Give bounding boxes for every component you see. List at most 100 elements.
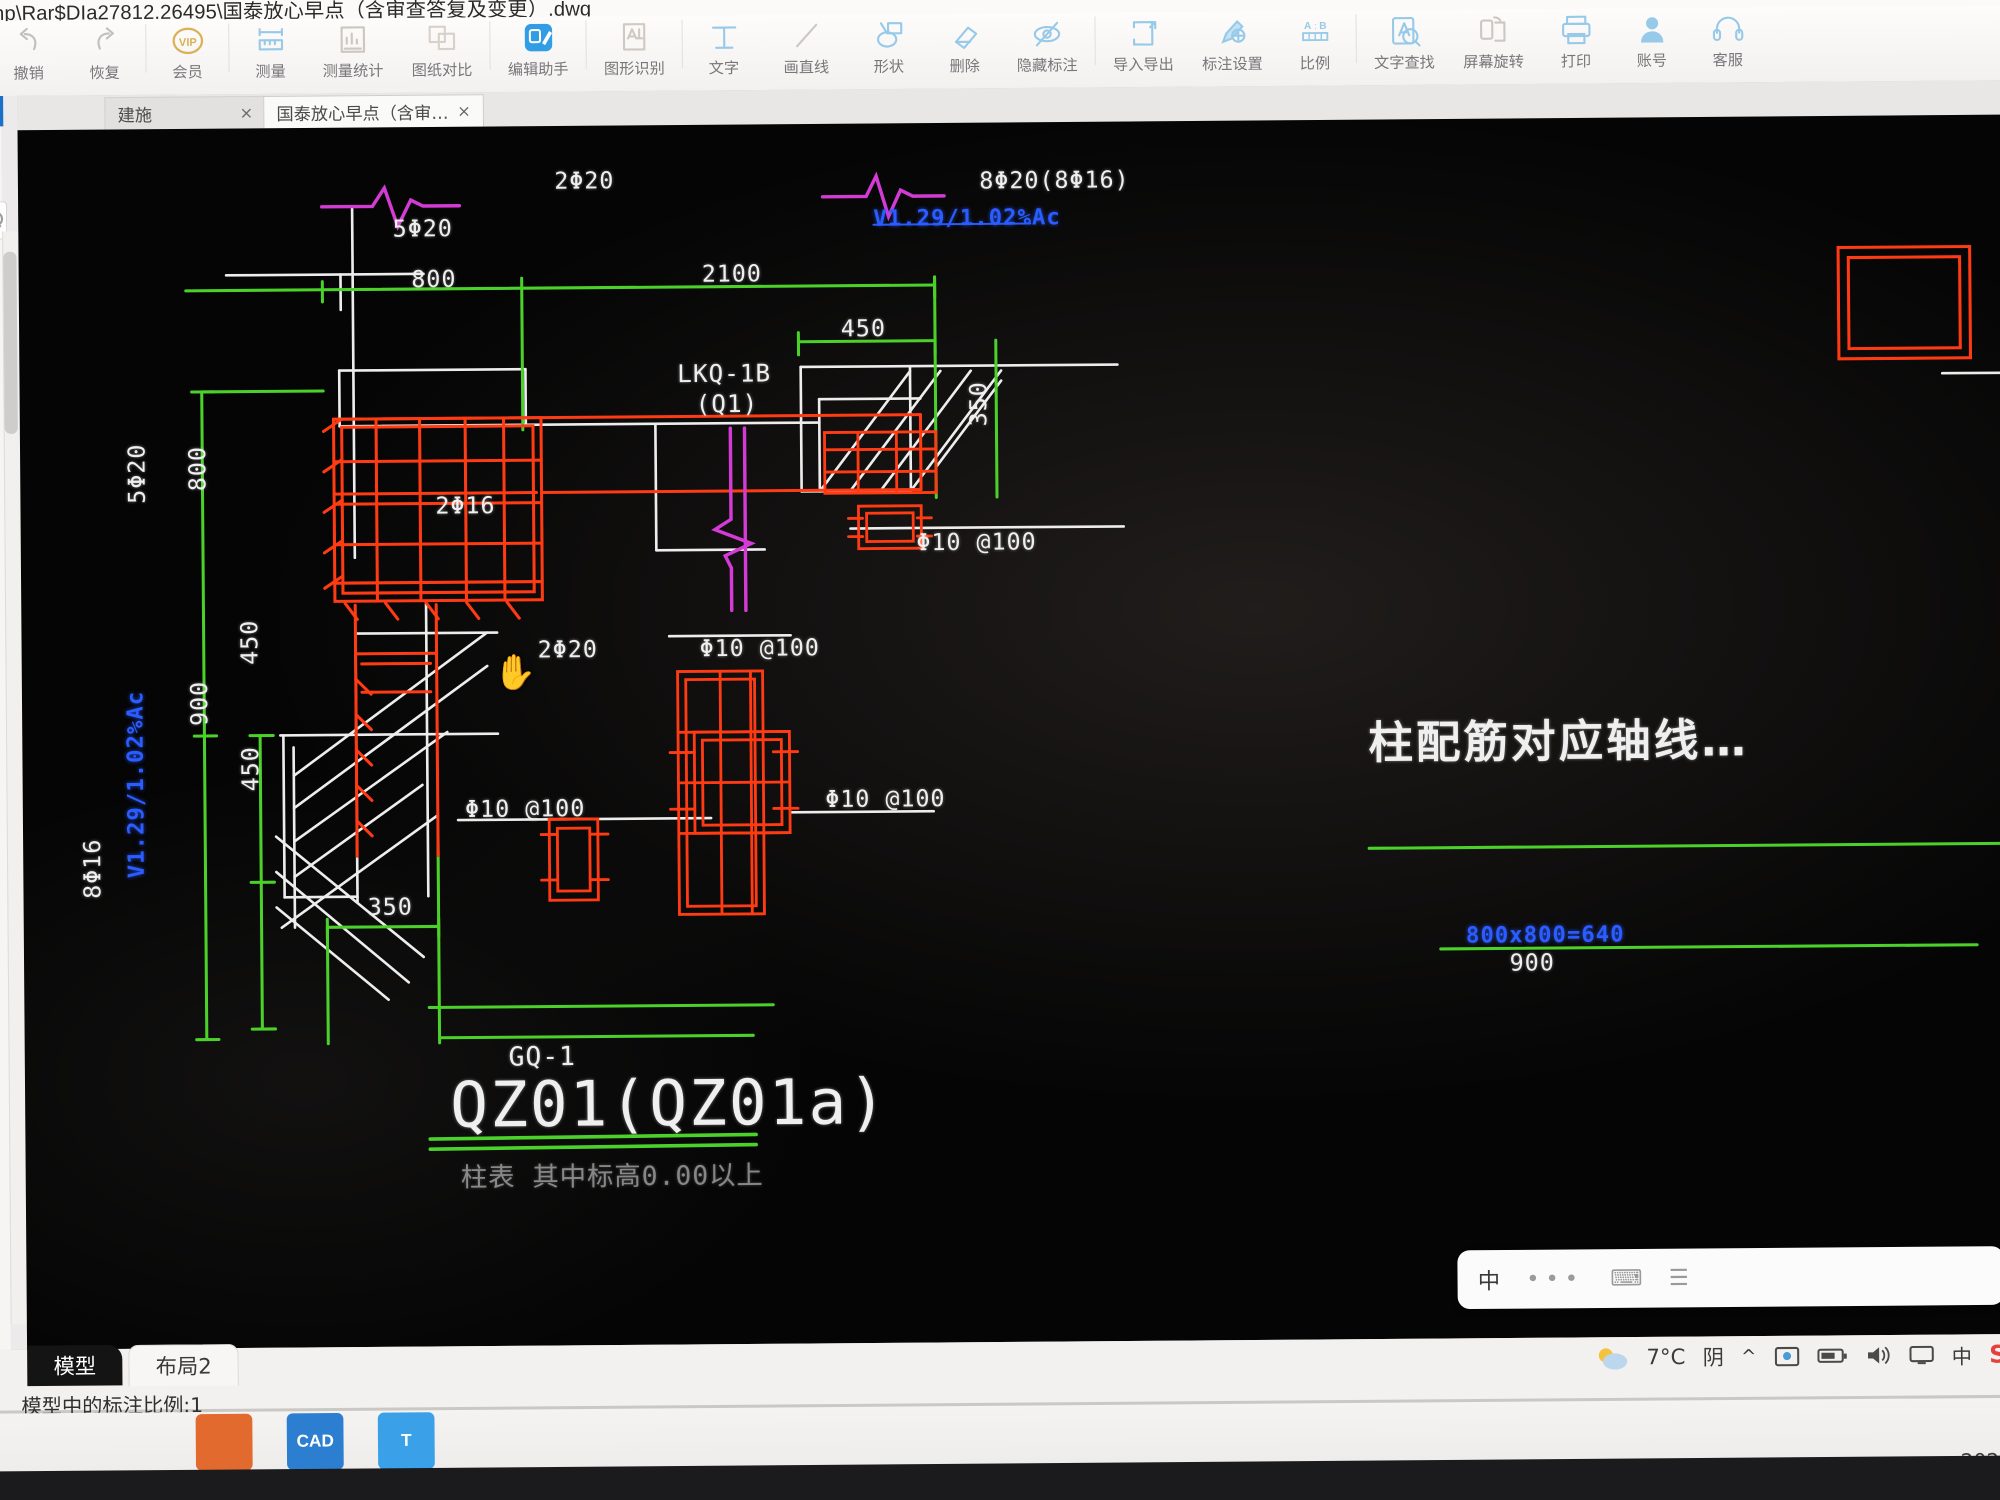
drawing-right-note: 柱配筋对应轴线…: [1368, 714, 1750, 770]
cad-label: 800: [184, 445, 212, 492]
sogou-icon[interactable]: 中: [1952, 1340, 1972, 1370]
volume-icon[interactable]: [1865, 1344, 1891, 1366]
toolbar-button-label: 测量: [255, 62, 286, 81]
toolbar-button-vip-badge[interactable]: VIP 会员: [149, 19, 225, 82]
screenshot-icon[interactable]: [1774, 1344, 1801, 1368]
toolbar-button-annotation-settings[interactable]: 标注设置: [1187, 11, 1277, 74]
monitor-photo-screen: × emp\Rar$DIa27812.26495\国泰放心早点（含审查答复及变更…: [0, 0, 2000, 1500]
cad-label: LKQ-1B: [677, 359, 772, 389]
toolbar-separator: [489, 21, 491, 70]
account-person-icon: [1631, 12, 1672, 47]
photos-app-icon[interactable]: [195, 1413, 253, 1471]
cad-label: 2Φ20: [554, 168, 615, 195]
toolbar-button-text-search[interactable]: 文字查找: [1360, 10, 1450, 73]
toolbar-button-label: 撤销: [13, 64, 44, 83]
toolbar-button-label: 客服: [1712, 50, 1744, 70]
drawing-subtitle: 柱表 其中标高0.00以上: [460, 1160, 764, 1194]
ime-dot-icon: •••: [1526, 1266, 1585, 1292]
toolbar-button-label: 账号: [1636, 51, 1668, 70]
window-scrollbar-thumb[interactable]: [3, 251, 18, 434]
tab-jianshi[interactable]: 建施 ×: [104, 95, 267, 130]
svg-text:VIP: VIP: [178, 37, 197, 49]
cad-label: V1.29/1.02%Ac: [123, 690, 150, 879]
toolbar-button-printer[interactable]: 打印: [1538, 8, 1614, 71]
toolbar-button-label: 测量统计: [322, 61, 384, 81]
toolbar-button-edit-assistant[interactable]: 编辑助手: [493, 17, 583, 80]
cad-label: Φ10 @100: [916, 529, 1037, 557]
toolbar-button-label: 会员: [172, 63, 203, 82]
toolbar-button-line-tool[interactable]: 画直线: [761, 14, 851, 77]
drawing-title-superscript: GQ-1: [508, 1041, 577, 1073]
battery-icon[interactable]: [1817, 1346, 1848, 1366]
toolbar-separator: [228, 23, 230, 72]
toolbar-button-shape-tool[interactable]: 形状: [851, 14, 927, 77]
toolbar-button-label: 图形识别: [603, 59, 665, 79]
svg-text::: :: [1314, 21, 1317, 31]
cad-label: 8Φ20(8Φ16): [979, 167, 1130, 195]
toolbar-button-redo-arrow[interactable]: 恢复: [66, 20, 142, 83]
cad-label: 800: [411, 266, 457, 294]
toolbar-separator: [585, 20, 587, 70]
layout-tab-layout2[interactable]: 布局2: [128, 1343, 240, 1386]
tab-close-icon[interactable]: ×: [240, 103, 254, 122]
taskbar-app-list: CAD T: [195, 1412, 435, 1471]
toolbar-button-text-tool[interactable]: 文字: [686, 15, 762, 78]
tab-label: 国泰放心早点（含审…: [276, 103, 449, 126]
toolbar-separator: [145, 23, 147, 73]
toolbar-button-hide-annotation[interactable]: 隐藏标注: [1002, 13, 1092, 76]
cad-label: Φ10 @100: [825, 785, 946, 814]
chevron-up-icon[interactable]: ^: [1741, 1346, 1756, 1367]
toolbar-button-measure[interactable]: 测量: [232, 19, 308, 82]
close-icon[interactable]: ×: [0, 91, 4, 127]
headset-support-icon: [1707, 11, 1748, 46]
cad-label: Φ10 @100: [699, 635, 820, 663]
drawing-compare-icon: [421, 22, 462, 57]
ime-mode-label[interactable]: 中: [1478, 1263, 1501, 1296]
toolbar-button-headset-support[interactable]: 客服: [1689, 7, 1765, 70]
toolbar-button-label: 形状: [873, 57, 905, 76]
toolbar-button-eraser[interactable]: 删除: [926, 13, 1002, 76]
layout-tab-label: 布局2: [155, 1353, 212, 1379]
toolbar-button-drawing-compare[interactable]: 图纸对比: [397, 17, 487, 80]
toolbar-separator: [1355, 14, 1357, 64]
toolbar-button-label: 删除: [949, 56, 981, 76]
toolbar-button-shape-recognition[interactable]: 图形识别: [589, 16, 679, 79]
cad-label: 2Φ16: [435, 492, 496, 520]
toolbar-separator: [1094, 16, 1096, 66]
toolbar-button-screen-rotate[interactable]: 屏幕旋转: [1449, 9, 1539, 72]
cad-app-icon[interactable]: CAD: [286, 1412, 344, 1471]
cad-drawing-canvas[interactable]: 2Φ20 8Φ20(8Φ16) 5Φ20 V1.29/1.02%Ac 800 2100 45…: [17, 114, 2000, 1350]
toolbar-button-account-person[interactable]: 账号: [1614, 8, 1690, 71]
ime-floating-bar[interactable]: 中 ••• ⌨ ☰: [1457, 1246, 2000, 1310]
s-logo-icon[interactable]: S: [1989, 1340, 2000, 1368]
text-app-icon[interactable]: T: [377, 1412, 435, 1470]
measure-statistics-icon: [332, 22, 373, 57]
shape-tool-icon: [868, 18, 909, 53]
layout-tab-strip: 模型 布局2: [27, 1343, 240, 1387]
annotation-settings-icon: [1212, 15, 1253, 50]
screen-rotate-icon: [1473, 13, 1514, 48]
ime-menu-icon[interactable]: ☰: [1669, 1265, 1689, 1290]
toolbar-button-measure-statistics[interactable]: 测量统计: [308, 18, 398, 81]
cad-label: 450: [237, 746, 265, 792]
vip-badge-icon: VIP: [167, 24, 208, 59]
shape-recognition-icon: [614, 20, 655, 55]
toolbar-button-label: 编辑助手: [507, 60, 569, 79]
edit-assistant-icon: [518, 21, 559, 56]
weather-sun-cloud-icon: [1595, 1342, 1630, 1373]
toolbar-button-label: 图纸对比: [411, 60, 473, 80]
taskbar-app-label: T: [400, 1430, 412, 1450]
tab-guotai-dwg[interactable]: 国泰放心早点（含审… ×: [263, 94, 485, 129]
tab-close-icon[interactable]: ×: [457, 101, 471, 120]
undo-arrow-icon: [8, 25, 49, 60]
toolbar-button-import-export[interactable]: 导入导出: [1098, 12, 1188, 75]
system-tray: 7°C 阴 ^ 中 S: [1595, 1339, 2000, 1373]
ime-keyboard-icon[interactable]: ⌨: [1610, 1266, 1642, 1292]
drawing-title: QZ01(QZ01a): [449, 1064, 889, 1142]
text-search-icon: [1384, 14, 1425, 49]
toolbar-button-undo-arrow[interactable]: 撤销: [0, 21, 67, 84]
cad-label: 8Φ16: [79, 838, 107, 899]
toolbar-button-scale-ratio[interactable]: A: B 比例: [1277, 10, 1353, 73]
layout-tab-model[interactable]: 模型: [27, 1344, 123, 1387]
monitor-icon[interactable]: [1908, 1344, 1934, 1366]
